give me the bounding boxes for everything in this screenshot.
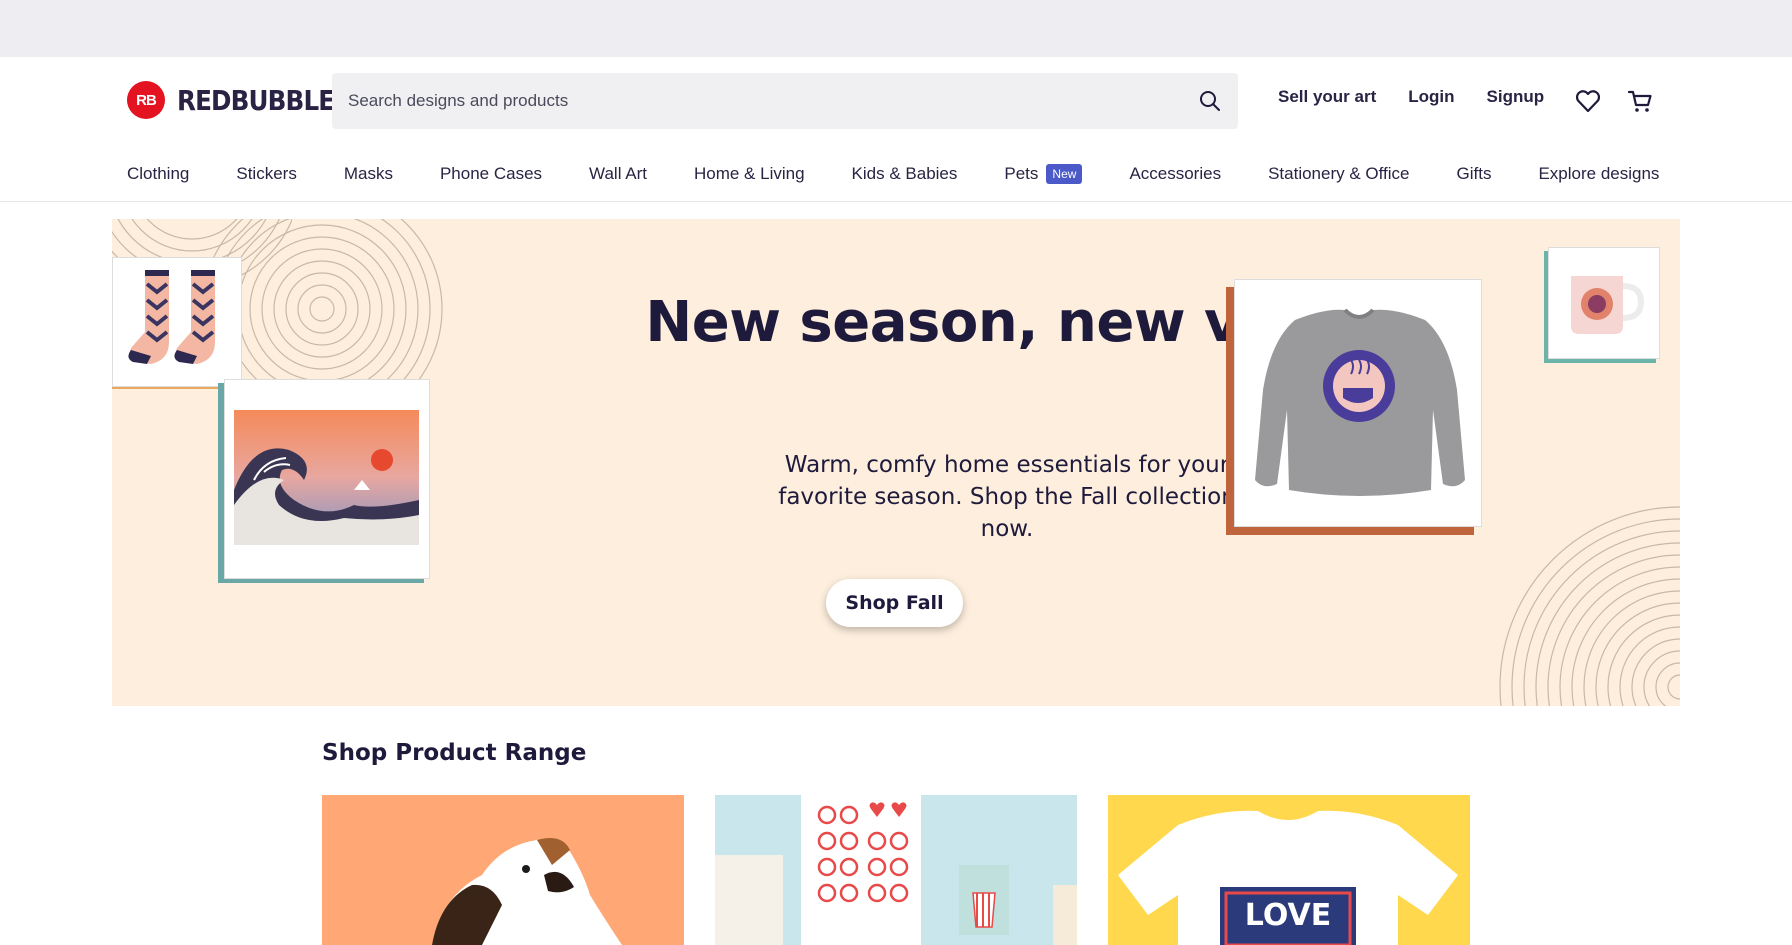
nav-item-accessories[interactable]: Accessories <box>1129 164 1221 184</box>
category-nav: Clothing Stickers Masks Phone Cases Wall… <box>127 164 1659 184</box>
mug-image <box>1571 276 1645 334</box>
search-icon[interactable] <box>1198 89 1222 113</box>
nav-item-phone-cases[interactable]: Phone Cases <box>440 164 542 184</box>
new-badge: New <box>1046 164 1083 184</box>
product-tile-tshirt[interactable]: LOVE <box>1108 795 1470 945</box>
section-title: Shop Product Range <box>322 740 587 766</box>
cart-icon[interactable] <box>1626 87 1654 115</box>
sell-your-art-link[interactable]: Sell your art <box>1278 87 1376 107</box>
sweatshirt-product-card[interactable] <box>1234 279 1482 527</box>
tshirt-love-text: LOVE <box>1245 898 1331 933</box>
header-account-links: Sell your art Login Signup <box>1278 87 1576 107</box>
concentric-circles-right <box>1499 506 1680 706</box>
nav-item-kids-babies[interactable]: Kids & Babies <box>852 164 958 184</box>
socks-image <box>128 270 215 364</box>
wave-print-card[interactable] <box>224 379 430 579</box>
nav-item-pets-label: Pets <box>1004 164 1039 183</box>
nav-item-clothing[interactable]: Clothing <box>127 164 189 184</box>
tshirt-image: LOVE <box>1118 810 1458 945</box>
product-tile-dog[interactable] <box>322 795 684 945</box>
mug-product-card[interactable] <box>1548 247 1660 359</box>
socks-product-card[interactable] <box>112 257 242 387</box>
sweatshirt-image <box>1255 308 1465 496</box>
nav-item-pets[interactable]: Pets New <box>1004 164 1083 184</box>
nav-item-explore-designs[interactable]: Explore designs <box>1538 164 1659 184</box>
hero-banner: New season, new vibes Warm, comfy home e… <box>112 219 1680 706</box>
dog-image <box>432 837 622 945</box>
stationery-image <box>715 795 1077 945</box>
nav-item-gifts[interactable]: Gifts <box>1457 164 1492 184</box>
browser-top-strip <box>0 0 1792 57</box>
product-tile-stationery[interactable] <box>715 795 1077 945</box>
site-header: RB REDBUBBLE Sell your art Login Signup … <box>0 57 1792 202</box>
logo-mark-icon: RB <box>127 81 165 119</box>
nav-item-home-living[interactable]: Home & Living <box>694 164 805 184</box>
redbubble-logo[interactable]: RB REDBUBBLE <box>127 81 356 119</box>
login-link[interactable]: Login <box>1408 87 1454 107</box>
search-bar <box>332 73 1238 129</box>
nav-item-wall-art[interactable]: Wall Art <box>589 164 647 184</box>
signup-link[interactable]: Signup <box>1487 87 1545 107</box>
nav-item-stickers[interactable]: Stickers <box>236 164 296 184</box>
nav-item-masks[interactable]: Masks <box>344 164 393 184</box>
nav-item-stationery-office[interactable]: Stationery & Office <box>1268 164 1409 184</box>
shop-fall-button[interactable]: Shop Fall <box>826 579 963 627</box>
heart-icon[interactable] <box>1574 87 1602 115</box>
great-wave-image <box>234 410 419 545</box>
search-input[interactable] <box>348 91 1198 111</box>
logo-text: REDBUBBLE <box>177 83 335 117</box>
